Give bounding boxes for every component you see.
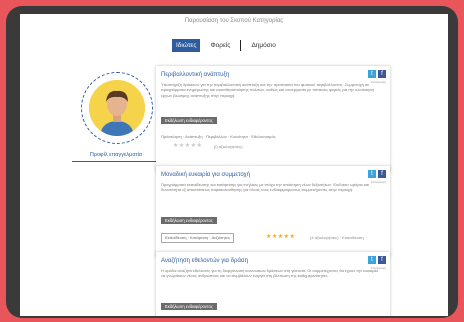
rating-count: (0 αξιολογήσεις): [214, 144, 243, 149]
share-buttons: t f: [368, 256, 386, 264]
share-buttons: t f: [368, 70, 386, 78]
express-interest-button[interactable]: Εκδήλωση ενδιαφέροντος: [161, 303, 217, 310]
twitter-icon[interactable]: t: [368, 256, 376, 264]
tab-public[interactable]: Δημόσιο: [247, 39, 279, 52]
screen: Παρουσίαση του Σκοπού Κατηγορίας Ιδιώτες…: [20, 14, 448, 316]
tab-individuals[interactable]: Ιδιώτες: [172, 39, 201, 52]
facebook-icon[interactable]: f: [378, 170, 386, 178]
card-description: Προγράμματα εκπαίδευσης και κατάρτισης γ…: [161, 182, 370, 193]
card-description: Η ομάδα αναζητά εθελοντές για τη διοργάν…: [161, 268, 378, 279]
user-avatar-icon: [89, 80, 145, 136]
card-title[interactable]: Περιβαλλοντική ανάπτυξη: [161, 72, 229, 78]
express-interest-button[interactable]: Εκδήλωση ενδιαφέροντος: [161, 117, 217, 124]
listing-card: Αναζήτηση εθελοντών για δράση t f Καταγρ…: [156, 252, 390, 316]
tab-organizations[interactable]: Φορείς: [206, 39, 234, 52]
listing-card: Μοναδική ευκαιρία για συμμετοχή t f Κατα…: [156, 166, 390, 257]
category-tag: Εκπαίδευση · Κατάρτιση · Δεξιότητες: [161, 233, 234, 243]
tab-bar: Ιδιώτες Φορείς Δημόσιο: [172, 39, 280, 52]
card-description: Υποστήριξη δράσεων για την περιβαλλοντικ…: [161, 82, 375, 98]
card-title[interactable]: Αναζήτηση εθελοντών για δράση: [161, 258, 248, 264]
avatar-ring: [81, 72, 153, 144]
rating-stars: ★★★★★: [173, 143, 203, 149]
card-title[interactable]: Μοναδική ευκαιρία για συμμετοχή: [161, 172, 250, 178]
twitter-icon[interactable]: t: [368, 70, 376, 78]
express-interest-button[interactable]: Εκδήλωση ενδιαφέροντος: [161, 217, 217, 224]
twitter-icon[interactable]: t: [368, 170, 376, 178]
tab-separator: [240, 40, 242, 51]
page-heading: Παρουσίαση του Σκοπού Κατηγορίας: [184, 18, 284, 24]
rating-stars: ★★★★★: [266, 234, 296, 240]
facebook-icon[interactable]: f: [378, 70, 386, 78]
listing-card: Περιβαλλοντική ανάπτυξη t f Καταγραφή Υπ…: [156, 66, 390, 172]
card-meta: Πρόσκληση · Ανάπτυξη · Περιβάλλον · Κοιν…: [161, 134, 276, 139]
avatar: [89, 80, 145, 136]
share-buttons: t f: [368, 170, 386, 178]
rating-count: (4 αξιολογήσεις) · Εκπαίδευση: [310, 235, 364, 240]
facebook-icon[interactable]: f: [378, 256, 386, 264]
profile-link[interactable]: Προφίλ επαγγελματία: [72, 150, 160, 162]
